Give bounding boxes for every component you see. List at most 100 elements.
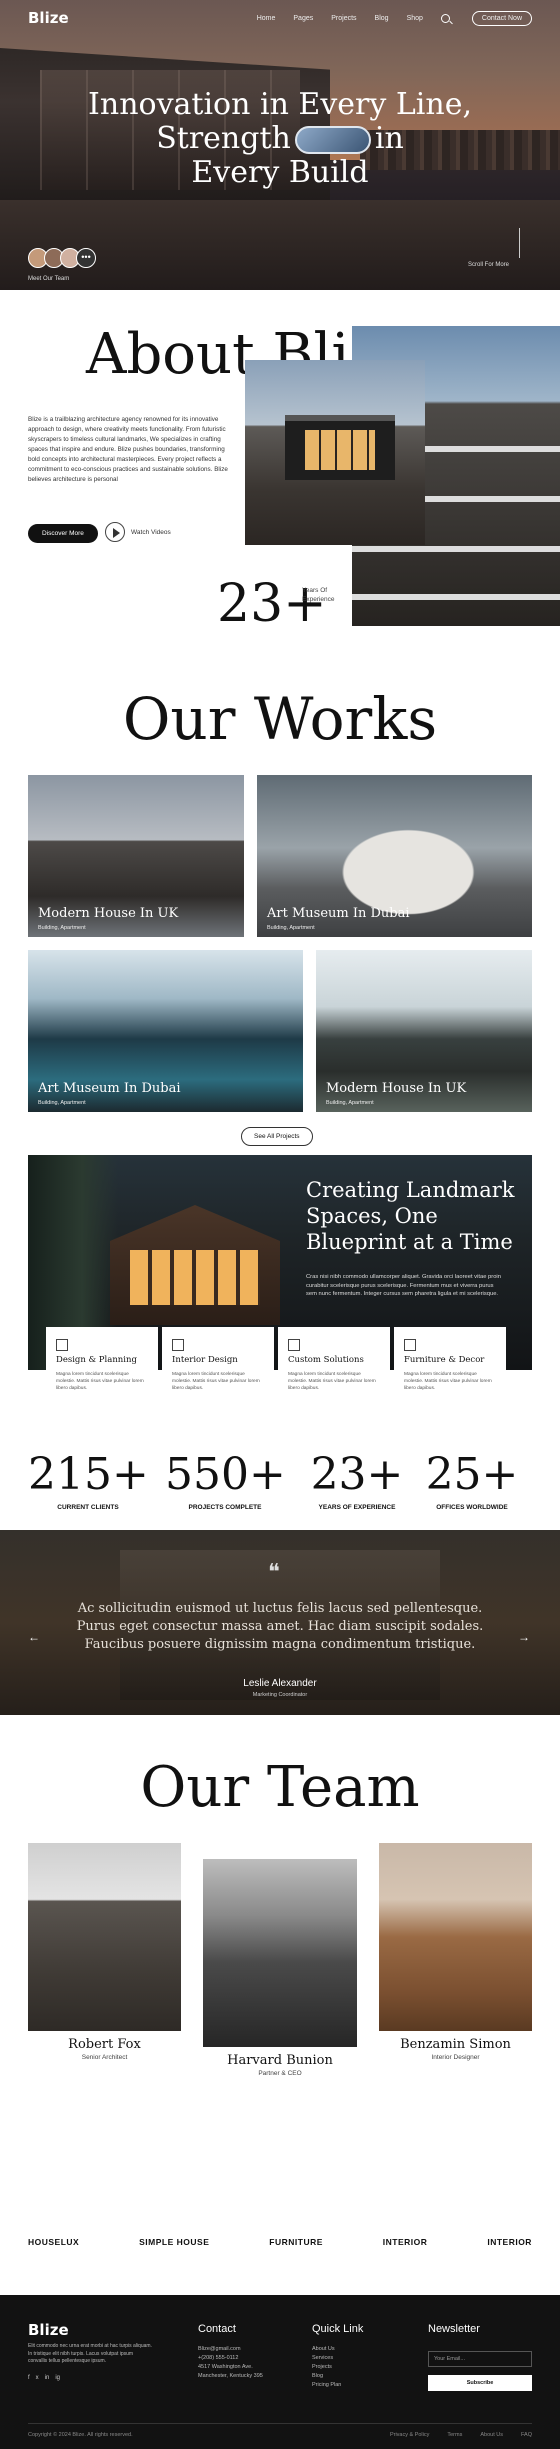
service-desc: Magna lorem tincidunt scelerisque molest… <box>404 1372 492 1391</box>
arrow-right-icon[interactable]: → <box>518 1630 530 1644</box>
interior-icon <box>172 1339 184 1351</box>
work-subtitle: Building, Apartment <box>38 925 86 931</box>
scroll-line <box>519 228 520 258</box>
contact-now-button[interactable]: Contact Now <box>471 10 532 26</box>
play-icon[interactable] <box>105 522 125 542</box>
member-role: Senior Architect <box>81 2054 128 2061</box>
contact-email[interactable]: Blize@gmail.com <box>198 2345 263 2354</box>
quick-link-heading: Quick Link <box>312 2323 364 2335</box>
team-avatars[interactable]: ••• <box>28 248 96 268</box>
work-card[interactable]: Modern House In UK Building, Apartment <box>28 775 244 937</box>
footer-logo[interactable]: Blize <box>28 2321 69 2339</box>
privacy-link[interactable]: Privacy & Policy <box>390 2432 429 2438</box>
work-title: Modern House In UK <box>38 906 179 921</box>
custom-icon <box>288 1339 300 1351</box>
work-card[interactable]: Art Museum In Dubai Building, Apartment <box>28 950 303 1112</box>
arrow-left-icon[interactable]: ← <box>28 1630 40 1644</box>
service-name: Custom Solutions <box>288 1355 364 1365</box>
logo[interactable]: Blize <box>28 9 69 27</box>
instagram-icon[interactable]: ig <box>55 2375 60 2381</box>
work-title: Art Museum In Dubai <box>38 1081 181 1096</box>
service-card[interactable]: Design & Planning Magna lorem tincidunt … <box>46 1327 158 1407</box>
brand-logo: FURNITURE <box>269 2237 323 2247</box>
hero-pill-image <box>294 126 371 154</box>
service-name: Design & Planning <box>56 1355 137 1365</box>
member-name: Benzamin Simon <box>400 2037 511 2052</box>
landmark-title: Creating Landmark Spaces, One Blueprint … <box>306 1178 515 1254</box>
footer-divider <box>28 2423 532 2424</box>
newsletter-heading: Newsletter <box>428 2323 480 2335</box>
service-name: Interior Design <box>172 1355 238 1365</box>
member-role: Partner & CEO <box>258 2070 302 2077</box>
discover-more-button[interactable]: Discover More <box>28 524 98 543</box>
contact-phone[interactable]: +(208) 555-0112 <box>198 2354 263 2363</box>
newsletter-email-input[interactable]: Your Email... <box>428 2351 532 2367</box>
nav-link-home[interactable]: Home <box>257 15 276 22</box>
nav-link-blog[interactable]: Blog <box>375 15 389 22</box>
work-title: Art Museum In Dubai <box>267 906 410 921</box>
years-number: 23+ <box>217 574 327 634</box>
footer-link[interactable]: About Us <box>312 2345 341 2354</box>
scroll-more-label[interactable]: Scroll For More <box>468 262 509 268</box>
about-image-house <box>245 360 425 545</box>
work-card[interactable]: Modern House In UK Building, Apartment <box>316 950 532 1112</box>
service-card[interactable]: Interior Design Magna lorem tincidunt sc… <box>162 1327 274 1407</box>
works-section: Our Works Modern House In UK Building, A… <box>0 645 560 1155</box>
footer: Blize Elit commodo nec urna erat morbi a… <box>0 2295 560 2449</box>
watch-videos-link[interactable]: Watch Videos <box>131 529 171 536</box>
footer-link[interactable]: Projects <box>312 2363 341 2372</box>
years-label: Years Of Experience <box>302 587 335 603</box>
hero-heading: Innovation in Every Line, Strength in Eve… <box>0 88 560 190</box>
see-all-projects-button[interactable]: See All Projects <box>241 1127 313 1146</box>
team-section: Our Team Robert Fox Senior Architect Har… <box>0 1715 560 2295</box>
x-icon[interactable]: x <box>36 2375 39 2381</box>
contact-heading: Contact <box>198 2323 236 2335</box>
work-title: Modern House In UK <box>326 1081 467 1096</box>
team-member[interactable]: Benzamin Simon Interior Designer <box>379 1843 532 2061</box>
stat-clients: 215+ CURRENT CLIENTS <box>28 1449 149 1511</box>
member-photo <box>203 1859 357 2047</box>
team-member[interactable]: Harvard Bunion Partner & CEO <box>203 1859 357 2077</box>
faq-link[interactable]: FAQ <box>521 2432 532 2438</box>
team-member[interactable]: Robert Fox Senior Architect <box>28 1843 181 2061</box>
hero-word-strength: Strength <box>156 121 291 156</box>
search-icon[interactable] <box>440 13 450 23</box>
social-links: f x in ig <box>28 2375 60 2381</box>
testimonial-name: Leslie Alexander <box>243 1678 317 1689</box>
meet-team-label[interactable]: Meet Our Team <box>28 276 69 282</box>
copyright: Copyright © 2024 Blize. All rights reser… <box>28 2432 133 2438</box>
more-icon[interactable]: ••• <box>76 248 96 268</box>
footer-link[interactable]: Services <box>312 2354 341 2363</box>
linkedin-icon[interactable]: in <box>45 2375 50 2381</box>
contact-info: Blize@gmail.com +(208) 555-0112 4517 Was… <box>198 2345 263 2381</box>
work-card[interactable]: Art Museum In Dubai Building, Apartment <box>257 775 532 937</box>
hero-line-1: Innovation in Every Line, <box>88 87 472 122</box>
nav-link-shop[interactable]: Shop <box>407 15 423 22</box>
facebook-icon[interactable]: f <box>28 2375 30 2381</box>
subscribe-button[interactable]: Subscribe <box>428 2375 532 2391</box>
terms-link[interactable]: Terms <box>447 2432 462 2438</box>
nav-links: Home Pages Projects Blog Shop Contact No… <box>257 10 532 26</box>
about-link[interactable]: About Us <box>480 2432 503 2438</box>
contact-city: Manchester, Kentucky 395 <box>198 2373 263 2379</box>
testimonial-quote: Ac sollicitudin euismod ut luctus felis … <box>76 1601 484 1652</box>
footer-link[interactable]: Blog <box>312 2372 341 2381</box>
service-desc: Magna lorem tincidunt scelerisque molest… <box>56 1372 144 1391</box>
nav-link-pages[interactable]: Pages <box>293 15 313 22</box>
service-desc: Magna lorem tincidunt scelerisque molest… <box>172 1372 260 1391</box>
landmark-windows <box>130 1250 260 1305</box>
member-photo <box>28 1843 181 2031</box>
footer-bottom-links: Privacy & Policy Terms About Us FAQ <box>390 2432 532 2438</box>
stat-years: 23+ YEARS OF EXPERIENCE <box>310 1449 404 1511</box>
works-title: Our Works <box>122 685 438 753</box>
footer-link[interactable]: Pricing Plan <box>312 2381 341 2390</box>
nav-link-projects[interactable]: Projects <box>331 15 356 22</box>
design-icon <box>56 1339 68 1351</box>
service-card[interactable]: Furniture & Decor Magna lorem tincidunt … <box>394 1327 506 1407</box>
brand-logo: INTERIOR <box>382 2237 428 2247</box>
hero-word-in: in <box>374 121 404 156</box>
service-card[interactable]: Custom Solutions Magna lorem tincidunt s… <box>278 1327 390 1407</box>
brand-logo: SIMPLE HOUSE <box>139 2237 210 2247</box>
brand-logos: HOUSELUX SIMPLE HOUSE FURNITURE INTERIOR… <box>28 2237 532 2247</box>
service-desc: Magna lorem tincidunt scelerisque molest… <box>288 1372 376 1391</box>
